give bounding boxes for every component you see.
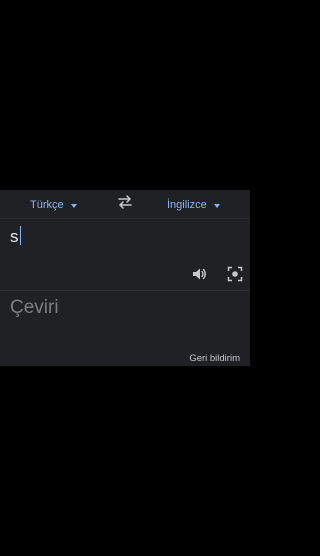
source-text: s (10, 227, 19, 246)
target-language-label: İngilizce (167, 199, 207, 211)
source-input-area[interactable]: s (0, 219, 250, 290)
translate-panel: Türkçe İngilizce s Çeviri Geri bildirim (0, 190, 250, 366)
dropdown-caret-icon (70, 204, 77, 208)
text-cursor (19, 226, 21, 245)
source-text-field[interactable]: s (10, 226, 21, 247)
translation-output: Çeviri (10, 297, 59, 318)
language-bar: Türkçe İngilizce (0, 190, 250, 219)
source-language-selector[interactable]: Türkçe (30, 199, 77, 211)
camera-lens-icon[interactable] (227, 266, 243, 282)
feedback-link[interactable]: Geri bildirim (189, 353, 240, 364)
swap-arrows-icon[interactable] (116, 193, 134, 211)
source-language-label: Türkçe (30, 199, 64, 211)
target-language-selector[interactable]: İngilizce (167, 199, 220, 211)
section-divider (0, 290, 250, 291)
dropdown-caret-icon (213, 204, 220, 208)
speaker-icon[interactable] (191, 266, 207, 282)
